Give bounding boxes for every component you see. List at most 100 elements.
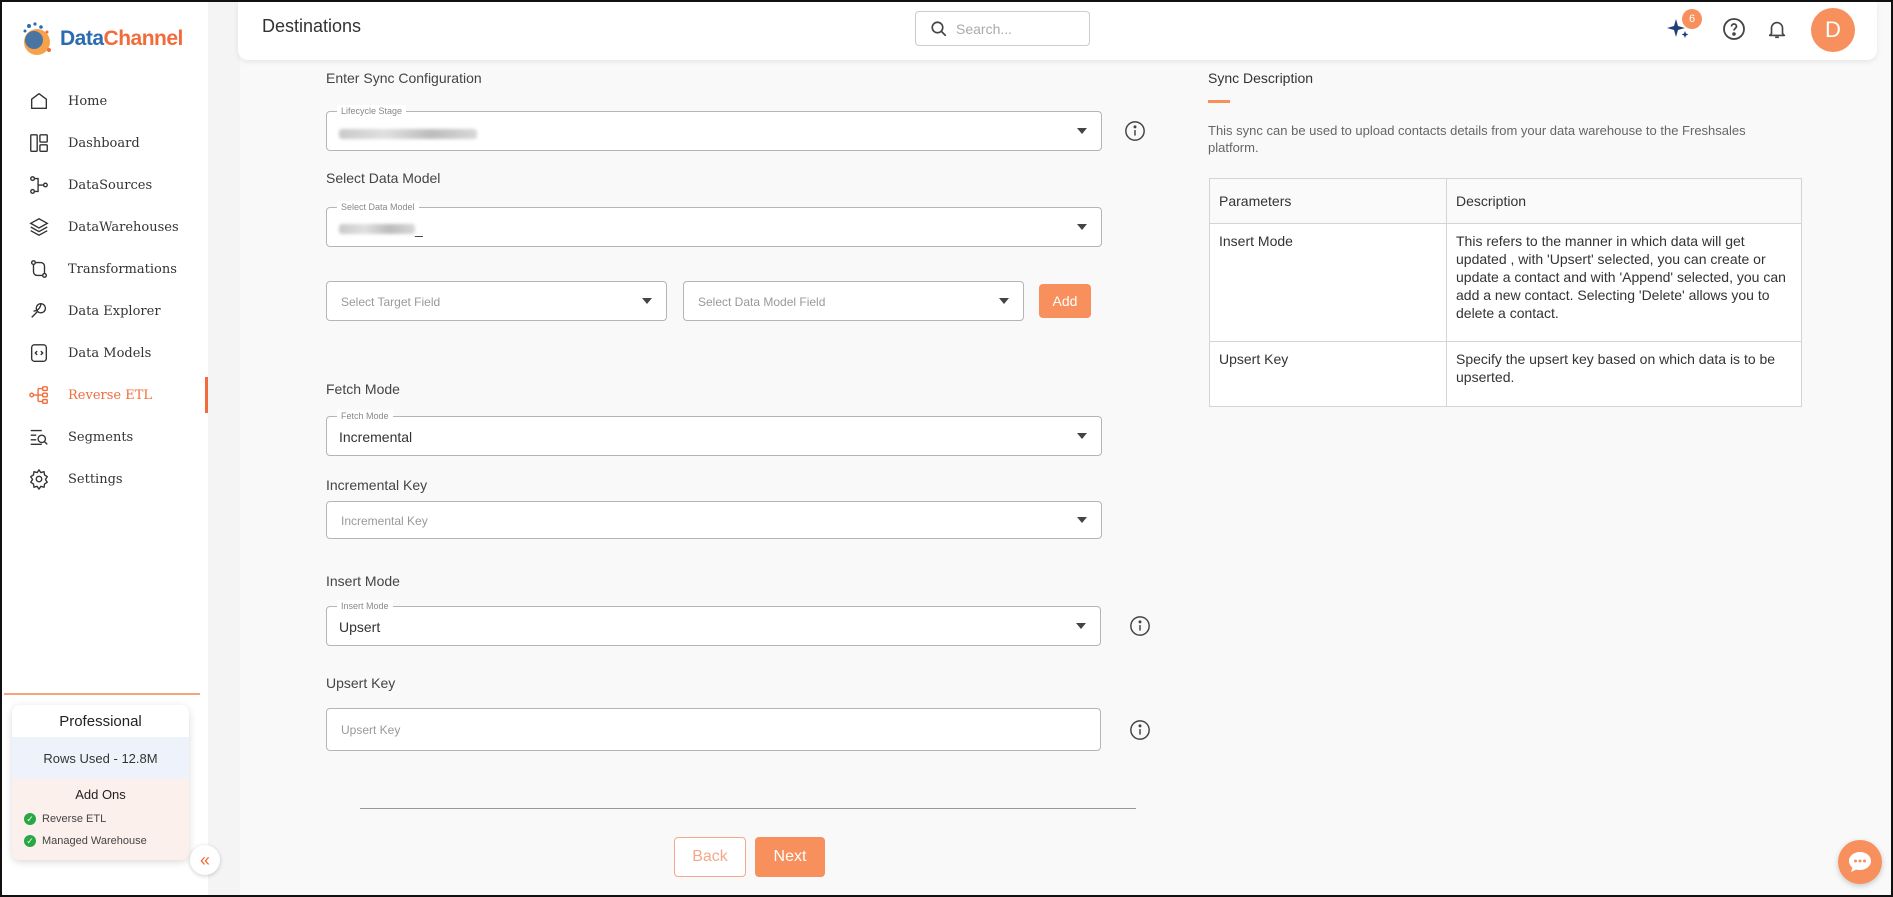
sidebar-item-label: Data Explorer — [68, 303, 161, 319]
form-divider — [360, 808, 1136, 809]
reverse-etl-icon — [29, 386, 48, 404]
sidebar-item-label: DataWarehouses — [68, 219, 179, 235]
select-data-model-heading: Select Data Model — [326, 170, 441, 186]
caret-down-icon — [1076, 623, 1086, 629]
incremental-key-placeholder: Incremental Key — [341, 514, 428, 528]
addons-title: Add Ons — [75, 787, 126, 802]
logo-text: DataChannel — [60, 27, 183, 50]
sidebar-item-label: Dashboard — [68, 135, 140, 151]
sidebar-item-datasources[interactable]: DataSources — [2, 164, 208, 206]
insert-mode-heading: Insert Mode — [326, 573, 400, 589]
table-header-row: Parameters Description — [1209, 178, 1802, 224]
sidebar-item-dashboard[interactable]: Dashboard — [2, 122, 208, 164]
logo[interactable]: DataChannel — [20, 20, 183, 58]
fetch-mode-heading: Fetch Mode — [326, 381, 400, 397]
caret-down-icon — [1077, 128, 1087, 134]
sidebar-item-reverse-etl[interactable]: Reverse ETL — [2, 374, 208, 416]
add-mapping-button[interactable]: Add — [1039, 284, 1091, 318]
home-icon — [30, 92, 48, 110]
incremental-key-select[interactable]: Incremental Key — [326, 501, 1102, 539]
data-model-select[interactable]: Select Data Model _ — [326, 201, 1102, 247]
page-title: Destinations — [262, 16, 362, 36]
help-icon[interactable] — [1721, 16, 1747, 42]
transformations-icon — [30, 260, 48, 278]
upsert-key-input[interactable]: Upsert Key — [326, 708, 1101, 751]
column-header: Parameters — [1209, 178, 1447, 224]
search-icon — [931, 20, 947, 36]
collapse-sidebar-button[interactable]: « — [190, 845, 220, 875]
data-explorer-icon — [31, 302, 47, 318]
gear-icon — [30, 469, 48, 490]
data-models-icon — [30, 344, 48, 362]
sidebar-item-transformations[interactable]: Transformations — [2, 248, 208, 290]
data-model-value: _ — [339, 221, 423, 237]
sidebar-item-label: Reverse ETL — [68, 387, 153, 403]
caret-down-icon — [642, 298, 652, 304]
table-cell: This refers to the manner in which data … — [1446, 223, 1802, 342]
bell-icon[interactable] — [1764, 16, 1790, 42]
upsert-key-placeholder: Upsert Key — [341, 723, 401, 737]
sidebar-item-label: Segments — [68, 429, 134, 445]
table-row: Insert Mode This refers to the manner in… — [1209, 223, 1802, 342]
top-header: Destinations 6 D — [238, 2, 1877, 60]
sidebar-item-label: Home — [68, 93, 108, 109]
target-field-select[interactable]: Select Target Field — [326, 281, 667, 321]
caret-down-icon — [1077, 224, 1087, 230]
sidebar-nav: Home Dashboard DataSources DataWarehouse… — [2, 80, 208, 500]
sync-description-underline — [1208, 100, 1230, 103]
sidebar-item-segments[interactable]: Segments — [2, 416, 208, 458]
fetch-mode-select[interactable]: Fetch Mode Incremental — [326, 410, 1102, 456]
caret-down-icon — [999, 298, 1009, 304]
sidebar-item-settings[interactable]: Settings — [2, 458, 208, 500]
datawarehouses-icon — [29, 217, 49, 237]
sidebar-item-label: DataSources — [68, 177, 153, 193]
sidebar-item-label: Transformations — [68, 261, 177, 277]
info-icon[interactable] — [1129, 615, 1151, 637]
parameters-table: Parameters Description Insert Mode This … — [1209, 178, 1802, 407]
info-icon[interactable] — [1124, 120, 1146, 142]
search-box[interactable] — [915, 11, 1090, 46]
back-button[interactable]: Back — [674, 837, 746, 877]
table-cell: Insert Mode — [1209, 223, 1447, 342]
sidebar-item-label: Data Models — [68, 345, 152, 361]
insert-mode-value: Upsert — [339, 619, 381, 635]
incremental-key-heading: Incremental Key — [326, 477, 428, 493]
data-model-field-select[interactable]: Select Data Model Field — [683, 281, 1024, 321]
column-header: Description — [1446, 178, 1802, 224]
fetch-mode-value: Incremental — [339, 429, 413, 445]
sidebar-divider — [4, 693, 200, 695]
lifecycle-stage-value — [339, 126, 477, 142]
sidebar-item-label: Settings — [68, 471, 123, 487]
rows-used: Rows Used - 12.8M — [12, 737, 189, 779]
table-row: Upsert Key Specify the upsert key based … — [1209, 341, 1802, 407]
sidebar-item-data-models[interactable]: Data Models — [2, 332, 208, 374]
caret-down-icon — [1077, 517, 1087, 523]
dashboard-icon — [30, 134, 48, 152]
data-model-field-placeholder: Select Data Model Field — [698, 295, 826, 309]
segments-icon — [30, 429, 48, 446]
sidebar-item-data-explorer[interactable]: Data Explorer — [2, 290, 208, 332]
addon-item: ✓ Managed Warehouse — [12, 830, 189, 852]
datasources-icon — [30, 176, 48, 194]
insert-mode-label: Insert Mode — [337, 600, 393, 612]
info-icon[interactable] — [1129, 719, 1151, 741]
double-chevron-left-icon: « — [199, 849, 210, 870]
chat-icon — [1849, 852, 1871, 872]
upsert-key-heading: Upsert Key — [326, 675, 396, 691]
insert-mode-select[interactable]: Insert Mode Upsert — [326, 600, 1101, 646]
caret-down-icon — [1077, 433, 1087, 439]
addons-section: Add Ons ✓ Reverse ETL ✓ Managed Warehous… — [12, 779, 189, 860]
sidebar-item-datawarehouses[interactable]: DataWarehouses — [2, 206, 208, 248]
lifecycle-stage-select[interactable]: Lifecycle Stage — [326, 105, 1102, 151]
sync-config-heading: Enter Sync Configuration — [326, 70, 482, 86]
sidebar-item-home[interactable]: Home — [2, 80, 208, 122]
notification-badge: 6 — [1682, 9, 1702, 29]
sync-description-text: This sync can be used to upload contacts… — [1208, 123, 1746, 155]
next-button[interactable]: Next — [755, 837, 825, 877]
fetch-mode-label: Fetch Mode — [337, 410, 393, 422]
search-input[interactable] — [956, 20, 1076, 37]
avatar[interactable]: D — [1811, 8, 1855, 52]
chat-button[interactable] — [1838, 840, 1882, 884]
check-icon: ✓ — [24, 835, 36, 847]
addon-item: ✓ Reverse ETL — [12, 808, 189, 830]
